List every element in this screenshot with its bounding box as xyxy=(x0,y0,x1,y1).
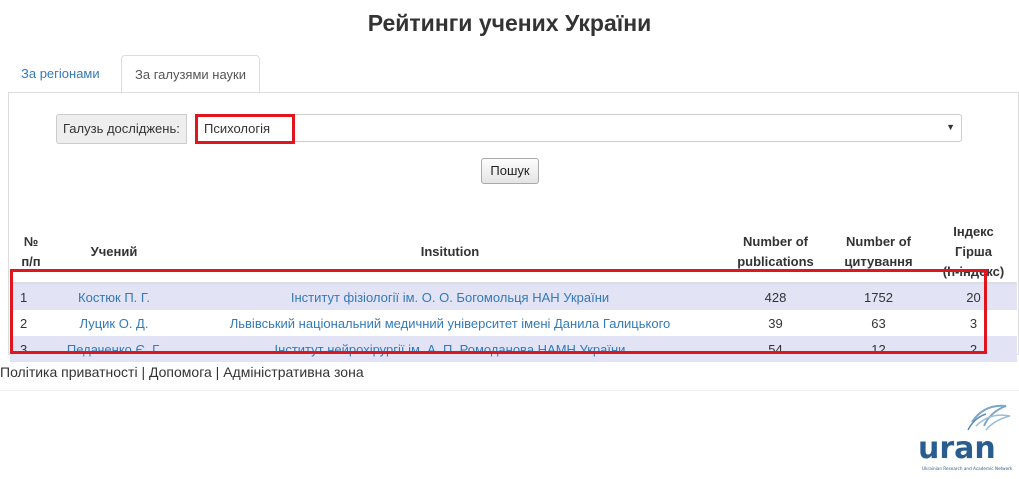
privacy-link[interactable]: Політика приватності xyxy=(0,364,138,380)
header-institution: Insitution xyxy=(176,222,724,284)
footer-divider xyxy=(0,390,1019,391)
page-title: Рейтинги учених України xyxy=(367,10,652,36)
institution-cell: Львівський національний медичний універс… xyxy=(176,310,724,336)
institution-cell: Інститут фізіології ім. О. О. Богомольця… xyxy=(176,283,724,310)
institution-link[interactable]: Інститут нейрохірургії ім. А. П. Ромодан… xyxy=(275,342,626,357)
scientist-cell: Костюк П. Г. xyxy=(52,283,176,310)
research-field-select[interactable]: Психологія ▼ xyxy=(195,114,962,142)
row-number: 2 xyxy=(10,310,52,336)
footer-separator: | xyxy=(137,364,149,380)
publications-cell: 54 xyxy=(724,336,827,362)
institution-cell: Інститут нейрохірургії ім. А. П. Ромодан… xyxy=(176,336,724,362)
citations-cell: 12 xyxy=(827,336,930,362)
header-h-index: Індекс Гірша (h-індекс) xyxy=(930,222,1017,284)
tab-by-region[interactable]: За регіонами xyxy=(8,55,113,92)
scientist-link[interactable]: Луцик О. Д. xyxy=(80,316,149,331)
scientist-link[interactable]: Костюк П. Г. xyxy=(78,290,150,305)
ratings-table: № п/п Учений Insitution Number of publicat… xyxy=(10,222,1017,362)
publications-cell: 428 xyxy=(724,283,827,310)
table-row: 3 Педаченко Є. Г. Інститут нейрохірургії… xyxy=(10,336,1017,362)
admin-link[interactable]: Адміністративна зона xyxy=(223,364,363,380)
search-button[interactable]: Пошук xyxy=(481,158,539,184)
scientist-cell: Луцик О. Д. xyxy=(52,310,176,336)
header-scientist: Учений xyxy=(52,222,176,284)
h-index-cell: 20 xyxy=(930,283,1017,310)
tab-by-field[interactable]: За галузями науки xyxy=(121,55,260,94)
research-field-label: Галузь досліджень: xyxy=(56,114,187,144)
h-index-cell: 3 xyxy=(930,310,1017,336)
header-publications: Number of publications xyxy=(724,222,827,284)
citations-cell: 63 xyxy=(827,310,930,336)
table-row: 2 Луцик О. Д. Львівський національний ме… xyxy=(10,310,1017,336)
dropdown-arrow-icon: ▼ xyxy=(946,122,955,132)
citations-cell: 1752 xyxy=(827,283,930,310)
scientist-cell: Педаченко Є. Г. xyxy=(52,336,176,362)
institution-link[interactable]: Львівський національний медичний універс… xyxy=(230,316,671,331)
row-number: 3 xyxy=(10,336,52,362)
footer-separator: | xyxy=(211,364,224,380)
help-link[interactable]: Допомога xyxy=(149,364,212,380)
svg-text:uran: uran xyxy=(918,431,996,466)
table-header-row: № п/п Учений Insitution Number of publicat… xyxy=(10,222,1017,284)
select-highlight-box xyxy=(195,114,295,144)
publications-cell: 39 xyxy=(724,310,827,336)
tabs-bar: За регіонами За галузями науки xyxy=(8,55,1019,94)
h-index-cell: 2 xyxy=(930,336,1017,362)
uran-logo: uran Ukrainian Research and Academic Net… xyxy=(918,404,1013,471)
svg-text:Ukrainian Research and Academi: Ukrainian Research and Academic Network xyxy=(922,466,1013,471)
header-citations: Number of цитування xyxy=(827,222,930,284)
footer-links: Політика приватності | Допомога | Адміні… xyxy=(0,364,364,380)
table-row: 1 Костюк П. Г. Інститут фізіології ім. О… xyxy=(10,283,1017,310)
institution-link[interactable]: Інститут фізіології ім. О. О. Богомольця… xyxy=(291,290,609,305)
row-number: 1 xyxy=(10,283,52,310)
header-number: № п/п xyxy=(10,222,52,284)
scientist-link[interactable]: Педаченко Є. Г. xyxy=(67,342,161,357)
